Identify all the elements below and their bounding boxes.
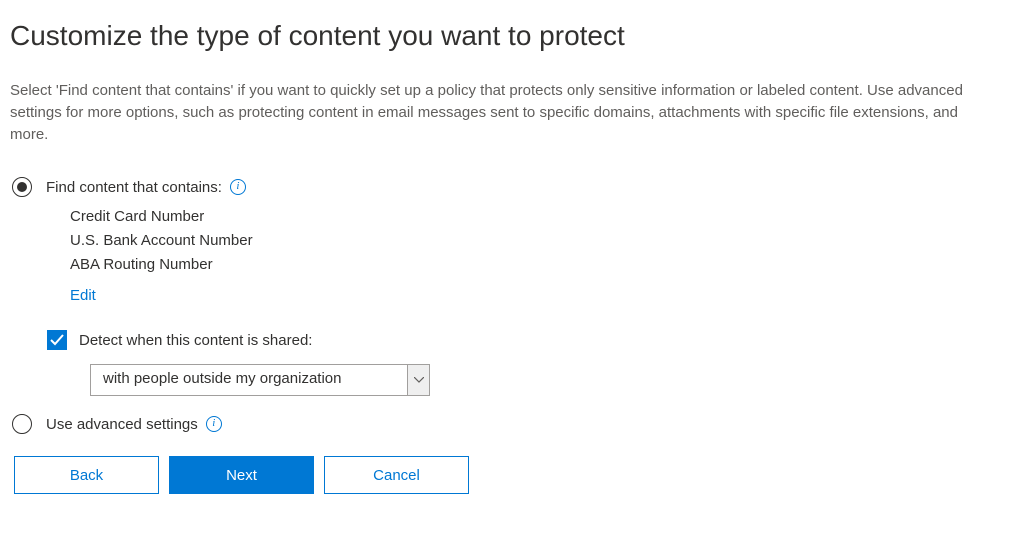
info-icon[interactable] — [206, 416, 222, 432]
share-scope-select[interactable]: with people outside my organization — [90, 364, 430, 396]
next-button[interactable]: Next — [169, 456, 314, 494]
radio-find-content-label: Find content that contains: — [46, 179, 246, 196]
info-icon[interactable] — [230, 179, 246, 195]
radio-option-advanced[interactable]: Use advanced settings — [12, 414, 1014, 434]
content-type-item: ABA Routing Number — [70, 253, 1014, 277]
detect-shared-label: Detect when this content is shared: — [79, 332, 312, 349]
radio-advanced-text: Use advanced settings — [46, 416, 198, 433]
content-type-item: U.S. Bank Account Number — [70, 229, 1014, 253]
wizard-buttons: Back Next Cancel — [14, 456, 1014, 494]
page-heading: Customize the type of content you want t… — [10, 20, 1014, 52]
cancel-button[interactable]: Cancel — [324, 456, 469, 494]
detect-shared-checkbox[interactable] — [47, 330, 67, 350]
radio-advanced[interactable] — [12, 414, 32, 434]
radio-find-content-text: Find content that contains: — [46, 179, 222, 196]
chevron-down-icon[interactable] — [407, 365, 429, 395]
share-scope-value: with people outside my organization — [91, 365, 407, 395]
radio-find-content[interactable] — [12, 177, 32, 197]
options-group: Find content that contains: Credit Card … — [12, 177, 1014, 494]
edit-link[interactable]: Edit — [70, 287, 96, 304]
content-type-item: Credit Card Number — [70, 205, 1014, 229]
detect-shared-row: Detect when this content is shared: — [47, 330, 1014, 350]
back-button[interactable]: Back — [14, 456, 159, 494]
radio-option-find-content[interactable]: Find content that contains: — [12, 177, 1014, 197]
checkmark-icon — [49, 332, 65, 348]
radio-advanced-label: Use advanced settings — [46, 416, 222, 433]
content-types-list: Credit Card Number U.S. Bank Account Num… — [70, 205, 1014, 304]
page-description: Select 'Find content that contains' if y… — [10, 80, 1000, 145]
